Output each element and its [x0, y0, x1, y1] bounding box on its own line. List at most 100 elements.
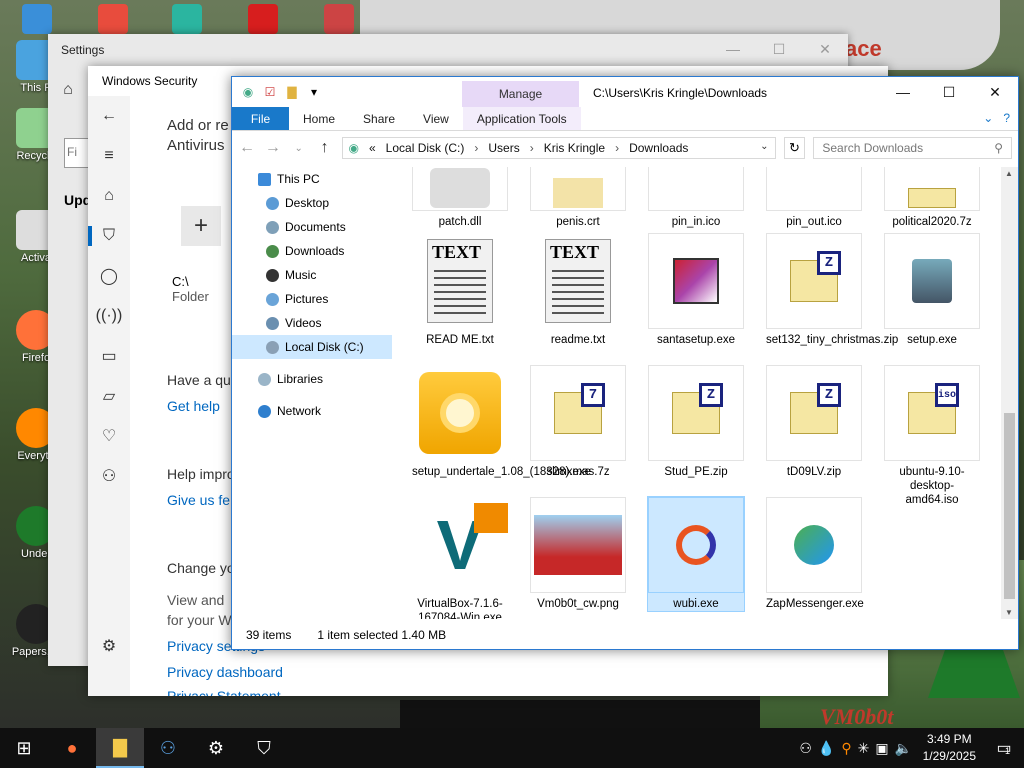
gear-icon[interactable]: ⚙: [88, 626, 130, 666]
desktop-icon-top-3[interactable]: [172, 4, 202, 34]
mcdonalds-icon[interactable]: [248, 4, 278, 34]
heart-icon[interactable]: ♡: [88, 416, 130, 456]
desktop-icon-top-2[interactable]: [98, 4, 128, 34]
taskbar-windows-security[interactable]: ⛉: [240, 728, 288, 768]
new-folder-icon[interactable]: ▇: [284, 84, 300, 100]
start-button[interactable]: ⊞: [0, 728, 48, 768]
customize-toolbar-icon[interactable]: ▾: [306, 84, 322, 100]
tray-app-icon[interactable]: ⚇: [799, 740, 812, 757]
nav-network[interactable]: Network: [232, 399, 392, 423]
snowflake-icon[interactable]: ✳: [858, 740, 870, 757]
file-item[interactable]: Vm0b0t_cw.png: [530, 497, 626, 611]
file-item[interactable]: TEXT readme.txt: [530, 233, 626, 347]
refresh-button[interactable]: ↻: [783, 137, 806, 159]
tab-file[interactable]: File: [232, 107, 289, 130]
nav-videos[interactable]: Videos: [232, 311, 392, 335]
volume-icon[interactable]: 🔈: [895, 740, 912, 757]
breadcrumb-users[interactable]: Users: [488, 141, 519, 155]
nav-documents[interactable]: Documents: [232, 215, 392, 239]
file-item[interactable]: Zset132_tiny_christmas.zip: [766, 233, 898, 347]
droplet-icon[interactable]: 💧: [818, 740, 835, 757]
manage-contextual-tab[interactable]: Manage: [462, 81, 579, 107]
give-feedback-link[interactable]: Give us fe: [167, 492, 230, 508]
search-input[interactable]: Search Downloads ⚲: [813, 137, 1013, 159]
browser-window-icon[interactable]: ▭: [88, 336, 130, 376]
file-item[interactable]: TEXT READ ME.txt: [412, 233, 508, 347]
desktop-icon-top-5[interactable]: [324, 4, 354, 34]
nav-libraries[interactable]: Libraries: [232, 367, 392, 391]
breadcrumb-downloads[interactable]: Downloads: [629, 141, 688, 155]
exclusion-item[interactable]: C:\ Folder: [172, 274, 209, 304]
file-item[interactable]: setup.exe: [884, 233, 980, 347]
add-exclusion-button[interactable]: +: [181, 206, 221, 246]
file-item-selected[interactable]: wubi.exe: [647, 496, 745, 612]
file-item[interactable]: santasetup.exe: [648, 233, 744, 347]
forward-arrow-icon[interactable]: →: [264, 139, 282, 157]
drive-icon[interactable]: ◉: [240, 84, 256, 100]
file-item[interactable]: ZapMessenger.exe: [766, 497, 864, 611]
breadcrumb-overflow[interactable]: «: [369, 141, 376, 155]
tab-home[interactable]: Home: [289, 107, 349, 130]
notification-center-button[interactable]: ▭ 1: [992, 736, 1016, 760]
privacy-dashboard-link[interactable]: Privacy dashboard: [167, 664, 283, 680]
explorer-maximize-button[interactable]: ☐: [926, 77, 972, 107]
file-item[interactable]: pin_in.ico: [648, 167, 744, 229]
taskbar-settings[interactable]: ⚙: [192, 728, 240, 768]
address-bar[interactable]: ◉ « Local Disk (C:) › Users › Kris Kringle…: [341, 137, 776, 159]
properties-icon[interactable]: ☑: [262, 84, 278, 100]
file-item[interactable]: setup_undertale_1.08_(18328).exe: [412, 365, 591, 479]
privacy-statement-link[interactable]: Privacy Statement: [167, 688, 281, 696]
get-help-link[interactable]: Get help: [167, 398, 220, 414]
laptop-icon[interactable]: ▱: [88, 376, 130, 416]
taskbar-people[interactable]: ⚇: [144, 728, 192, 768]
wireless-icon[interactable]: ((·)): [88, 296, 130, 336]
back-arrow-icon[interactable]: ←: [88, 96, 130, 136]
settings-close-button[interactable]: ✕: [802, 34, 848, 64]
explorer-minimize-button[interactable]: —: [880, 77, 926, 107]
file-item[interactable]: ZtD09LV.zip: [766, 365, 862, 479]
help-icon[interactable]: ?: [1003, 111, 1010, 125]
person-icon[interactable]: ◯: [88, 256, 130, 296]
nav-this-pc[interactable]: This PC: [232, 167, 392, 191]
nav-music[interactable]: Music: [232, 263, 392, 287]
nav-downloads[interactable]: Downloads: [232, 239, 392, 263]
scroll-down-arrow-icon[interactable]: ▼: [1005, 608, 1013, 617]
tab-application-tools[interactable]: Application Tools: [462, 107, 581, 130]
home-icon[interactable]: ⌂: [88, 176, 130, 216]
explorer-close-button[interactable]: ✕: [972, 77, 1018, 107]
back-arrow-icon[interactable]: ←: [238, 139, 256, 157]
breadcrumb-kris-kringle[interactable]: Kris Kringle: [544, 141, 605, 155]
nav-desktop[interactable]: Desktop: [232, 191, 392, 215]
scrollbar-thumb[interactable]: [1004, 413, 1015, 599]
file-item[interactable]: V VirtualBox-7.1.6-167084-Win.exe: [412, 497, 508, 619]
scroll-up-arrow-icon[interactable]: ▲: [1005, 169, 1013, 178]
tab-share[interactable]: Share: [349, 107, 409, 130]
taskbar-file-explorer[interactable]: ▇: [96, 728, 144, 768]
nav-pictures[interactable]: Pictures: [232, 287, 392, 311]
expand-ribbon-icon[interactable]: ⌄: [983, 111, 993, 125]
file-item[interactable]: patch.dll: [412, 167, 508, 229]
address-dropdown-icon[interactable]: ⌄: [760, 141, 768, 152]
desktop-icon-top-1[interactable]: [22, 4, 52, 34]
nav-local-disk[interactable]: Local Disk (C:): [232, 335, 392, 359]
file-item[interactable]: Z Stud_PE.zip: [648, 365, 744, 479]
tab-view[interactable]: View: [409, 107, 463, 130]
hamburger-menu-icon[interactable]: ≡: [88, 136, 130, 176]
recent-locations-icon[interactable]: ⌄: [290, 143, 308, 154]
file-item[interactable]: political2020.7z: [884, 167, 980, 229]
up-arrow-icon[interactable]: ↑: [316, 139, 334, 157]
home-icon[interactable]: ⌂: [48, 66, 88, 114]
network-tray-icon[interactable]: ▣: [875, 740, 888, 757]
settings-maximize-button[interactable]: ☐: [756, 34, 802, 64]
clock[interactable]: 3:49 PM 1/29/2025: [923, 731, 976, 765]
family-icon[interactable]: ⚇: [88, 456, 130, 496]
settings-minimize-button[interactable]: —: [710, 34, 756, 64]
file-item[interactable]: 7 slimxmas.7z: [530, 365, 626, 479]
search-tray-icon[interactable]: ⚲: [841, 740, 851, 757]
vertical-scrollbar[interactable]: ▲ ▼: [1001, 167, 1018, 619]
file-item[interactable]: iso ubuntu-9.10-desktop-amd64.iso: [884, 365, 980, 507]
breadcrumb-local-disk[interactable]: Local Disk (C:): [386, 141, 465, 155]
taskbar-firefox[interactable]: ●: [48, 728, 96, 768]
shield-icon[interactable]: ⛉: [88, 216, 130, 256]
file-item[interactable]: pin_out.ico: [766, 167, 862, 229]
